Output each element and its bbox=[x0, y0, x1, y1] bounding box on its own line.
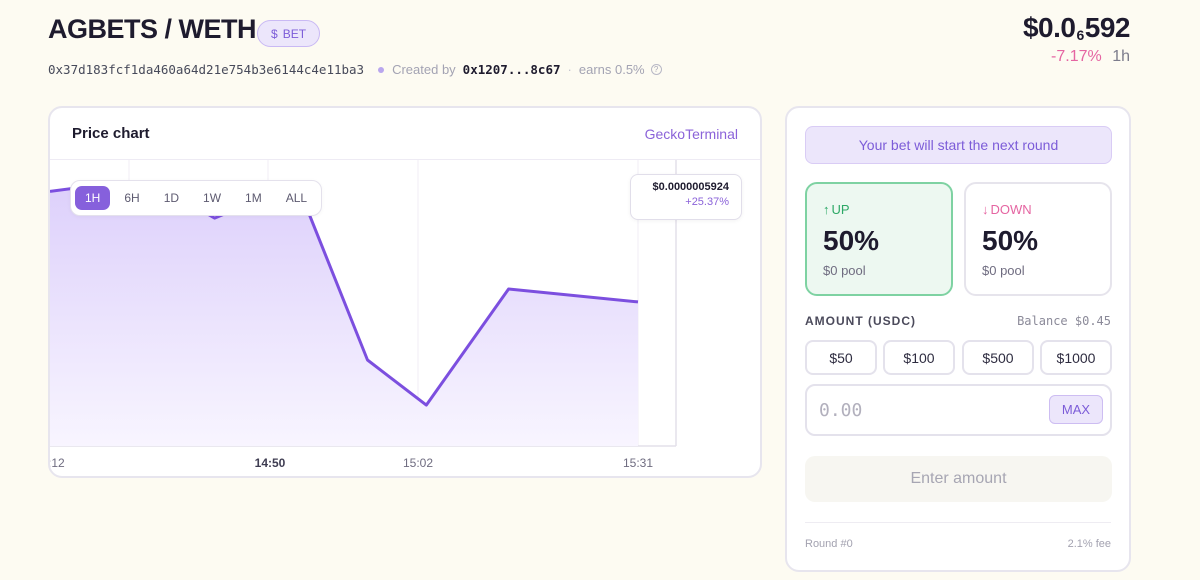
amount-input[interactable] bbox=[819, 398, 1039, 422]
down-option[interactable]: ↓ DOWN 50% $0 pool bbox=[964, 182, 1112, 296]
contract-info-row: 0x37d183fcf1da460a64d21e754b3e6144c4e11b… bbox=[48, 62, 662, 77]
timeframe-6h[interactable]: 6H bbox=[114, 186, 149, 210]
tooltip-price: $0.0000005924 bbox=[652, 181, 729, 193]
timeframe-1w[interactable]: 1W bbox=[193, 186, 231, 210]
x-tick-label: 15:31 bbox=[623, 456, 653, 470]
round-banner: Your bet will start the next round bbox=[805, 126, 1112, 164]
price-change-period: 1h bbox=[1112, 48, 1130, 65]
preset-1000-button[interactable]: $1000 bbox=[1040, 340, 1112, 375]
timeframe-1d[interactable]: 1D bbox=[154, 186, 189, 210]
price-prefix: $0.0 bbox=[1022, 12, 1076, 43]
created-by-label: Created by bbox=[392, 62, 456, 77]
amount-field: MAX bbox=[805, 384, 1112, 436]
price-suffix: 592 bbox=[1084, 12, 1131, 43]
chart-title: Price chart bbox=[72, 125, 150, 142]
timeframe-selector: 1H 6H 1D 1W 1M ALL bbox=[70, 180, 323, 216]
preset-500-button[interactable]: $500 bbox=[962, 340, 1034, 375]
price-change: -7.17% 1h bbox=[1051, 48, 1130, 66]
fee-label: 2.1% fee bbox=[1067, 538, 1111, 550]
timeframe-1m[interactable]: 1M bbox=[235, 186, 272, 210]
up-pool: $0 pool bbox=[823, 263, 866, 278]
current-price: $0.06592 bbox=[1022, 12, 1131, 44]
price-zero-count: 6 bbox=[1076, 27, 1084, 43]
dollar-icon: $ bbox=[271, 26, 278, 41]
max-button[interactable]: MAX bbox=[1049, 395, 1103, 424]
balance: Balance $0.45 bbox=[1017, 314, 1111, 328]
gecko-terminal-link[interactable]: GeckoTerminal bbox=[645, 126, 738, 142]
earns-label: earns 0.5% bbox=[578, 62, 645, 77]
separator: · bbox=[567, 62, 572, 77]
arrow-up-icon: ↑ bbox=[823, 202, 830, 217]
creator-address[interactable]: 0x1207...8c67 bbox=[463, 62, 561, 77]
pair-title: AGBETS / WETH bbox=[48, 14, 257, 44]
timeframe-all[interactable]: ALL bbox=[276, 186, 317, 210]
x-tick-label: 14:50 bbox=[255, 456, 286, 470]
submit-bet-button[interactable]: Enter amount bbox=[805, 456, 1112, 502]
tooltip-change: +25.37% bbox=[685, 196, 729, 208]
down-label: DOWN bbox=[990, 202, 1032, 217]
chart-header: Price chart GeckoTerminal bbox=[50, 108, 760, 160]
down-percent: 50% bbox=[982, 225, 1039, 256]
help-icon[interactable]: ? bbox=[650, 64, 662, 75]
down-pool: $0 pool bbox=[982, 263, 1025, 278]
x-tick-label: :12 bbox=[50, 456, 65, 470]
preset-100-button[interactable]: $100 bbox=[883, 340, 955, 375]
divider bbox=[805, 522, 1111, 523]
price-change-value: -7.17% bbox=[1051, 48, 1102, 65]
round-number: Round #0 bbox=[805, 538, 853, 550]
up-option[interactable]: ↑ UP 50% $0 pool bbox=[805, 182, 953, 296]
amount-label: AMOUNT (USDC) bbox=[805, 314, 916, 328]
price-tooltip: $0.0000005924 +25.37% bbox=[630, 174, 742, 220]
price-chart-card: Price chart GeckoTerminal :12 14:50 15:02 1… bbox=[48, 106, 762, 478]
token-symbol: BET bbox=[282, 26, 307, 41]
bet-panel: Your bet will start the next round ↑ UP … bbox=[785, 106, 1131, 572]
price-area bbox=[50, 183, 638, 446]
token-symbol-badge: $ BET bbox=[257, 20, 321, 47]
up-percent: 50% bbox=[823, 225, 880, 256]
up-label: UP bbox=[831, 202, 850, 217]
timeframe-1h[interactable]: 1H bbox=[75, 186, 111, 210]
contract-address[interactable]: 0x37d183fcf1da460a64d21e754b3e6144c4e11b… bbox=[48, 62, 364, 77]
arrow-down-icon: ↓ bbox=[982, 202, 989, 217]
preset-50-button[interactable]: $50 bbox=[805, 340, 877, 375]
x-tick-label: 15:02 bbox=[403, 456, 433, 470]
separator-dot-icon bbox=[378, 66, 385, 73]
